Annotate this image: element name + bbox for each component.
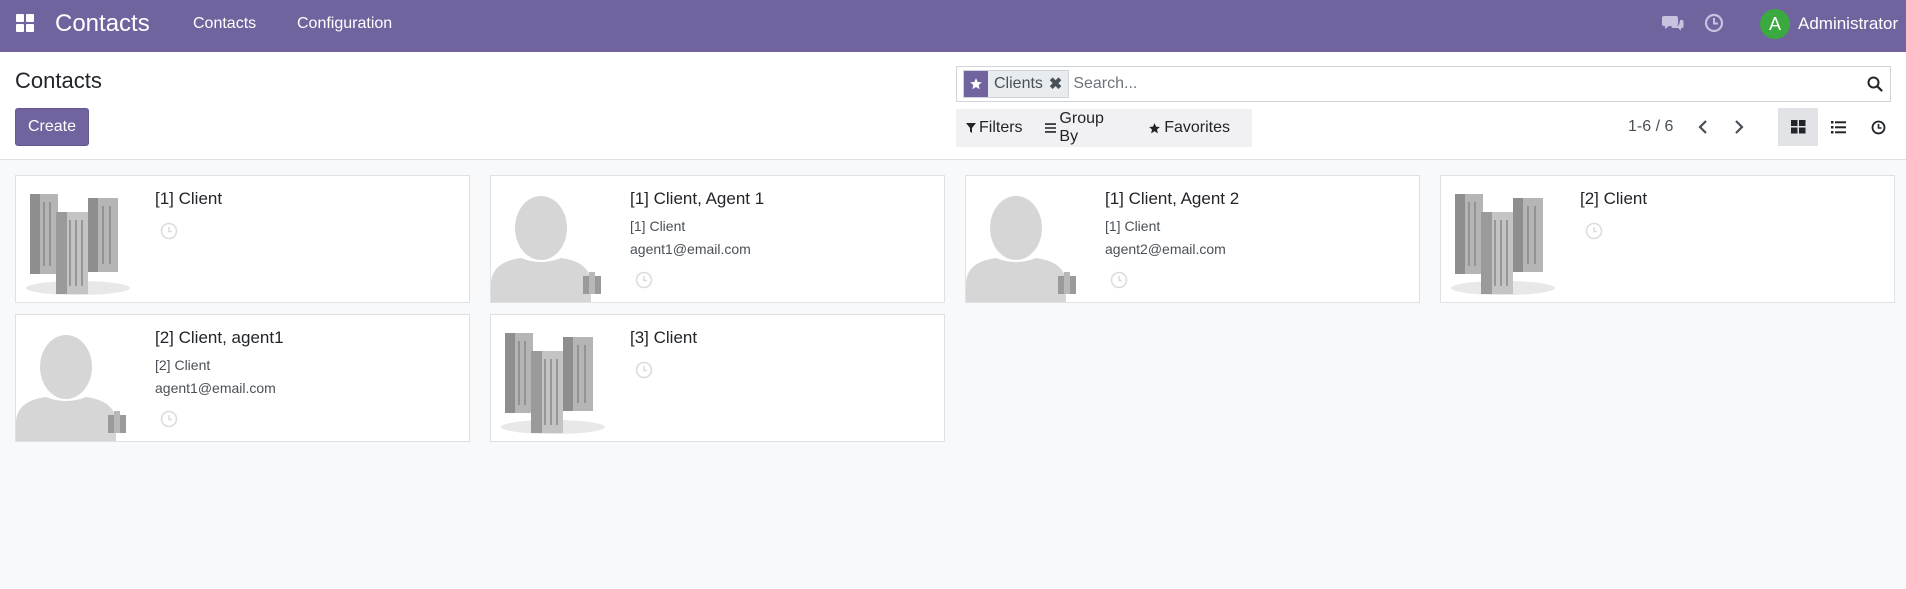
filters-dropdown[interactable]: Filters [966, 119, 1023, 137]
filter-icon [966, 123, 976, 133]
top-navbar: Contacts Contacts Configuration A Admini… [0, 0, 1906, 52]
search-input[interactable] [1073, 69, 1860, 99]
contact-company: [1] Client [1105, 218, 1161, 234]
activity-clock-icon[interactable] [1704, 13, 1724, 33]
contact-card[interactable]: [1] Client [15, 175, 470, 303]
page-title: Contacts [15, 68, 102, 93]
star-icon [964, 71, 988, 97]
favorites-label: Favorites [1164, 119, 1230, 136]
activity-clock-icon[interactable] [160, 410, 178, 428]
facet-label: Clients [988, 71, 1047, 97]
user-name: Administrator [1798, 14, 1899, 33]
user-menu[interactable]: A Administrator [1760, 8, 1898, 40]
control-panel: Contacts Create Clients ✖ Filters Group … [0, 52, 1906, 160]
search-bar: Clients ✖ [956, 66, 1891, 102]
activity-clock-icon[interactable] [635, 361, 653, 379]
create-button[interactable]: Create [15, 108, 89, 146]
contact-email: agent1@email.com [630, 241, 751, 257]
person-placeholder-image [966, 176, 1086, 302]
contact-name: [1] Client [155, 189, 223, 208]
group-by-label: Group By [1059, 110, 1104, 145]
activity-view-button[interactable] [1858, 108, 1898, 146]
activity-clock-icon[interactable] [160, 222, 178, 240]
search-facet: Clients ✖ [963, 70, 1070, 98]
avatar: A [1760, 9, 1790, 39]
contact-name: [1] Client, Agent 1 [630, 189, 765, 208]
contact-email: agent1@email.com [155, 380, 276, 396]
view-switcher [1778, 108, 1898, 146]
star-icon [1149, 122, 1161, 133]
company-buildings-image [1451, 194, 1555, 295]
contact-email: agent2@email.com [1105, 241, 1226, 257]
contact-card[interactable]: [2] Client, agent1 [2] Client agent1@ema… [15, 314, 470, 442]
bars-icon [1044, 123, 1057, 133]
menu-configuration[interactable]: Configuration [297, 15, 392, 33]
filters-label: Filters [979, 119, 1023, 136]
list-icon [1830, 120, 1846, 133]
remove-facet-icon[interactable]: ✖ [1046, 71, 1069, 97]
pager-value[interactable]: 1-6 / 6 [1628, 118, 1673, 136]
contact-card[interactable]: [3] Client [490, 314, 945, 442]
contact-company: [2] Client [155, 357, 211, 373]
contact-name: [2] Client [1580, 189, 1648, 208]
contact-name: [3] Client [630, 328, 698, 347]
kanban-icon [1790, 120, 1805, 134]
kanban-view-button[interactable] [1778, 108, 1818, 146]
activity-clock-icon[interactable] [1110, 271, 1128, 289]
contact-card[interactable]: [2] Client [1440, 175, 1895, 303]
contact-name: [2] Client, agent1 [155, 328, 284, 347]
activity-clock-icon[interactable] [1585, 222, 1603, 240]
search-icon[interactable] [1860, 69, 1890, 99]
clock-icon [1871, 120, 1885, 134]
person-placeholder-image [491, 176, 611, 302]
contact-name: [1] Client, Agent 2 [1105, 189, 1240, 208]
apps-menu-icon[interactable] [16, 14, 34, 32]
company-buildings-image [26, 194, 130, 295]
contact-card[interactable]: [1] Client, Agent 2 [1] Client agent2@em… [965, 175, 1420, 303]
search-options: Filters Group By Favorites [956, 109, 1252, 147]
app-brand[interactable]: Contacts [55, 10, 150, 38]
chat-icon[interactable] [1662, 14, 1684, 32]
menu-contacts[interactable]: Contacts [193, 15, 256, 33]
favorites-dropdown[interactable]: Favorites [1148, 119, 1230, 137]
group-by-dropdown[interactable]: Group By [1044, 110, 1127, 146]
list-view-button[interactable] [1818, 108, 1858, 146]
contact-card[interactable]: [1] Client, Agent 1 [1] Client agent1@em… [490, 175, 945, 303]
chevron-right-icon[interactable] [1729, 118, 1747, 136]
activity-clock-icon[interactable] [635, 271, 653, 289]
contact-company: [1] Client [630, 218, 686, 234]
company-buildings-image [501, 333, 605, 434]
chevron-left-icon[interactable] [1695, 118, 1713, 136]
person-placeholder-image [16, 315, 136, 441]
